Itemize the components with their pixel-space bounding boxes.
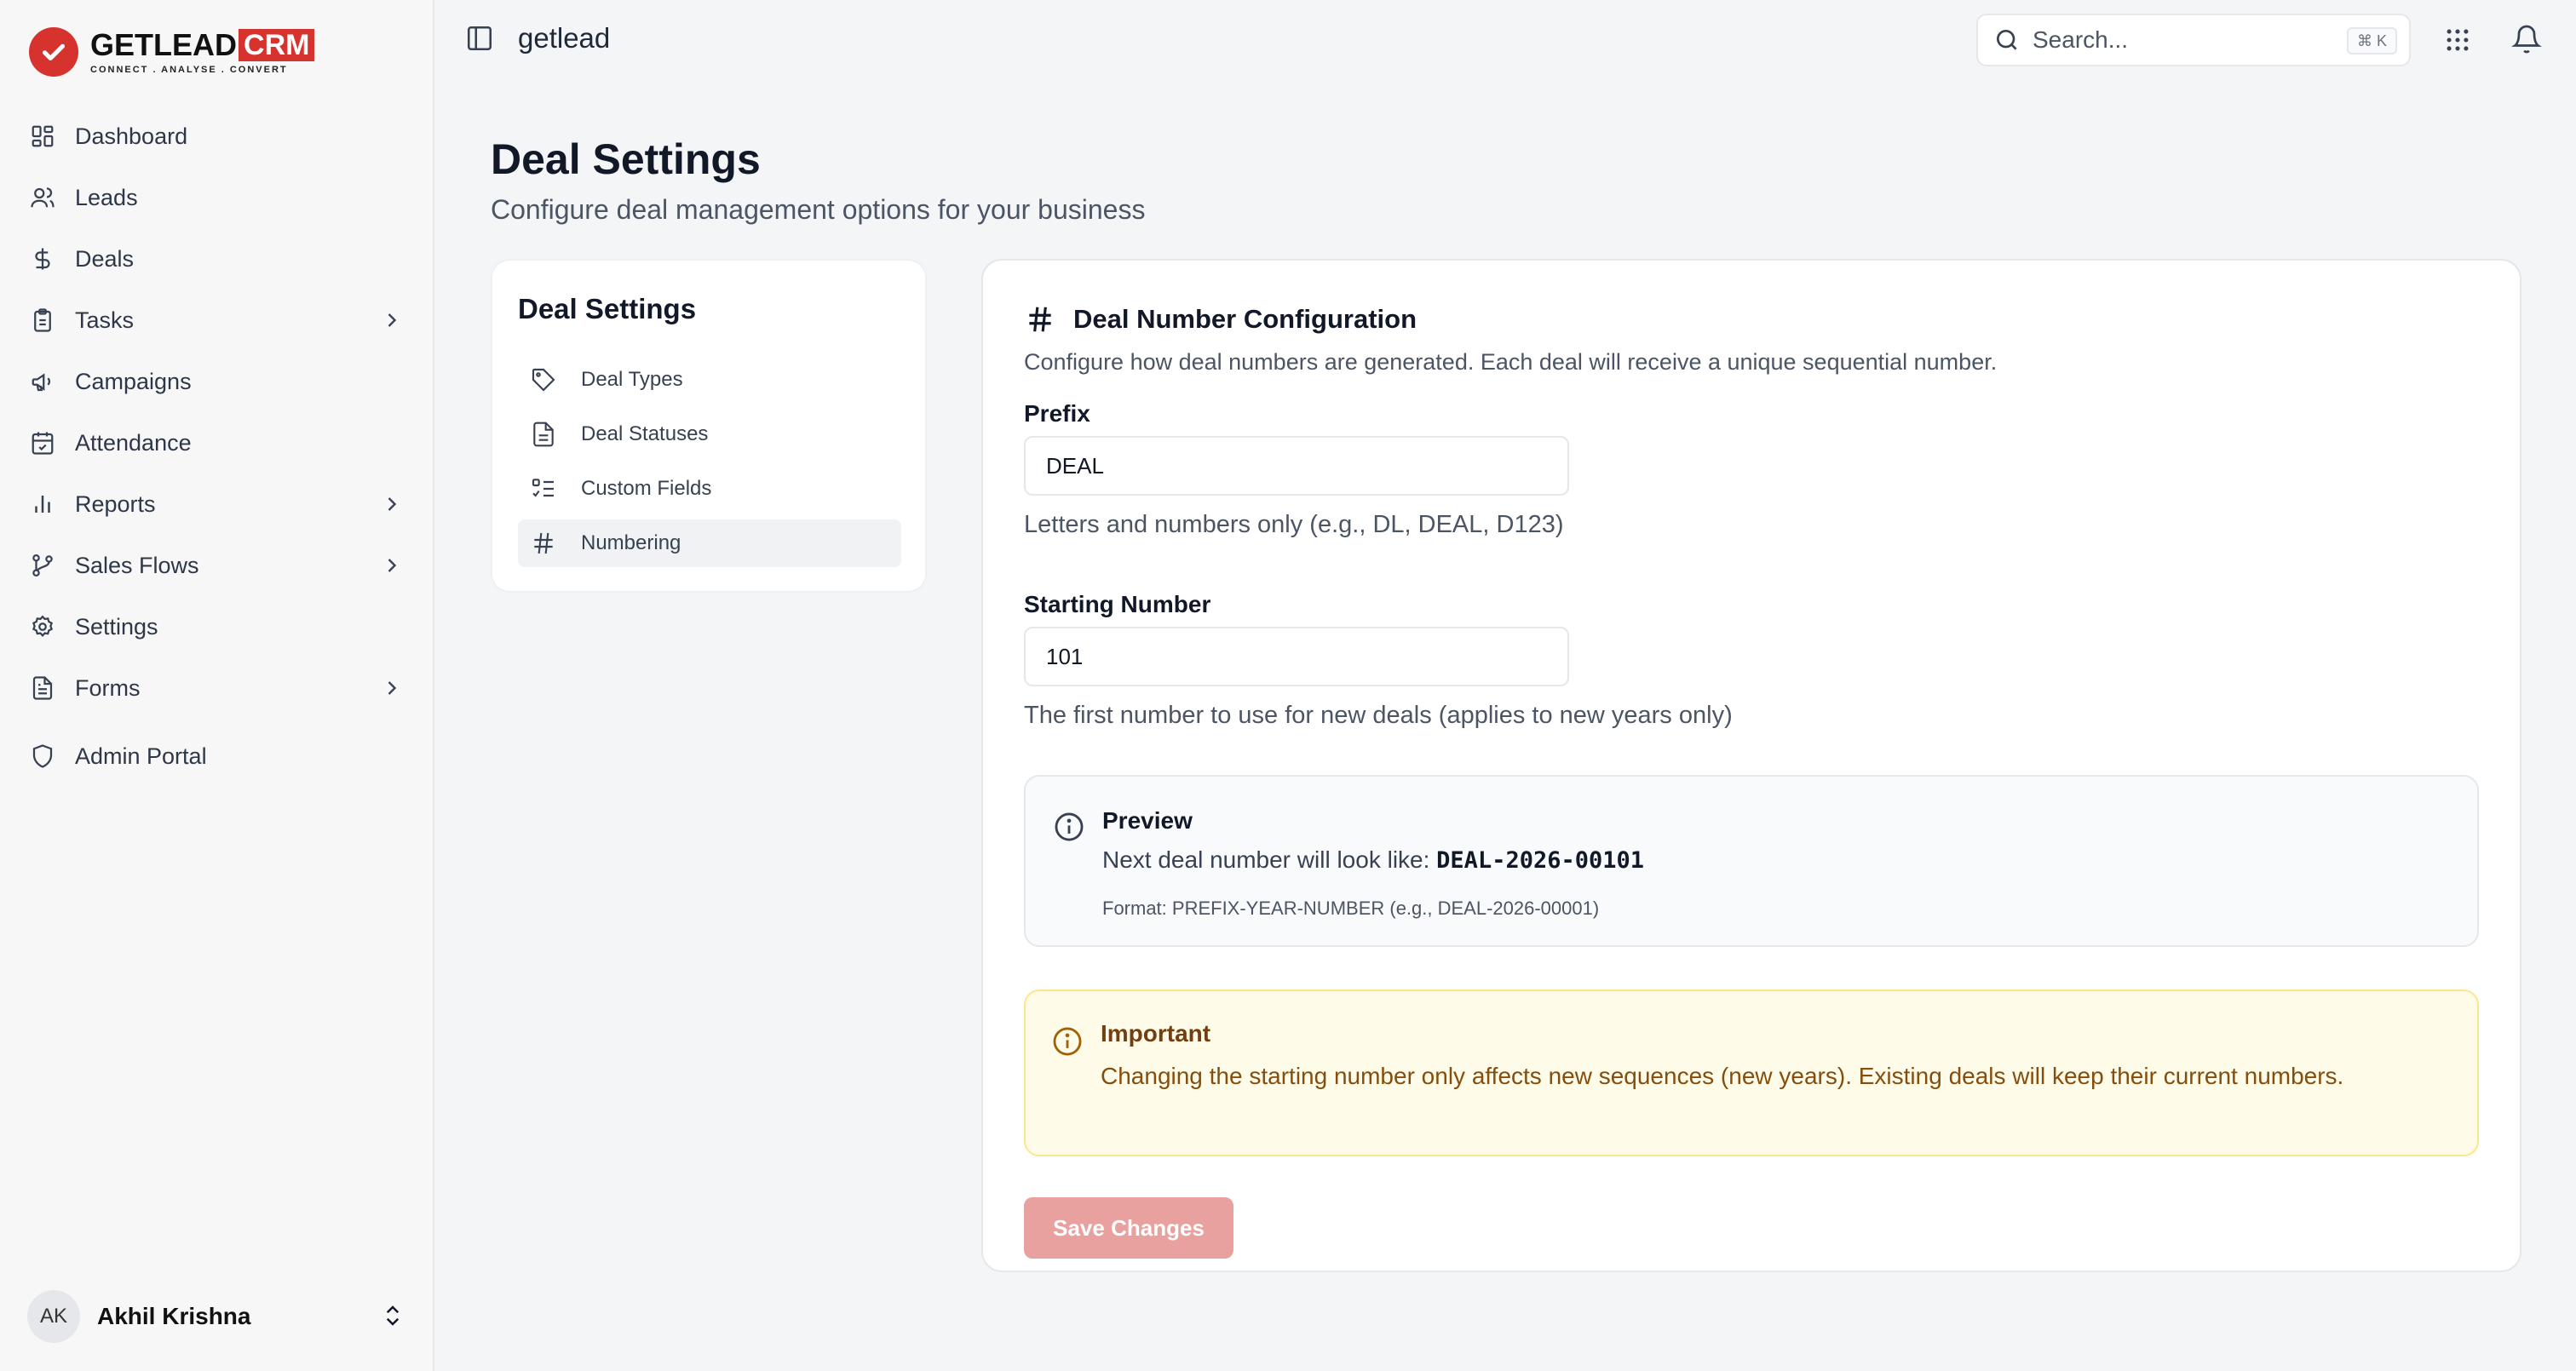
chevron-right-icon (388, 497, 397, 511)
app-name: getlead (518, 22, 611, 54)
prefix-label: Prefix (1024, 400, 1090, 427)
sidebar-toggle-icon[interactable] (465, 24, 494, 53)
numbering-card: Deal Number Configuration Configure how … (981, 259, 2521, 1272)
search-box[interactable]: ⌘ K (1976, 14, 2411, 66)
users-icon (29, 184, 56, 211)
checkmark-logo-icon (29, 27, 78, 77)
settings-nav-label: Custom Fields (581, 477, 712, 500)
hash-icon (534, 532, 553, 554)
preview-title: Preview (1102, 807, 1193, 834)
settings-nav-numbering[interactable]: Numbering (518, 519, 901, 567)
sidebar-item-label: Deals (75, 245, 135, 272)
dashboard-icon (29, 123, 56, 150)
preview-line: Next deal number will look like: DEAL-20… (1102, 846, 1644, 874)
important-title: Important (1101, 1020, 1211, 1047)
info-icon (1055, 812, 1084, 841)
sidebar-item-forms[interactable]: Forms (20, 657, 416, 719)
dollar-icon (29, 245, 56, 272)
settings-nav-label: Numbering (581, 531, 681, 554)
page-subtitle: Configure deal management options for yo… (491, 194, 1146, 225)
preview-line-text: Next deal number will look like: (1102, 846, 1437, 873)
brand-name: GETLEAD (90, 27, 238, 62)
sidebar-item-label: Tasks (75, 307, 135, 333)
sidebar-item-attendance[interactable]: Attendance (20, 412, 416, 473)
search-shortcut-badge: ⌘ K (2346, 27, 2397, 54)
document-icon (533, 422, 554, 447)
prefix-hint: Letters and numbers only (e.g., DL, DEAL… (1024, 511, 1564, 538)
sidebar-item-campaigns[interactable]: Campaigns (20, 351, 416, 412)
page-title: Deal Settings (491, 135, 761, 183)
starting-number-input[interactable] (1024, 627, 1569, 686)
sidebar-item-leads[interactable]: Leads (20, 167, 416, 228)
settings-nav: Deal Types Deal Statuses Custom Fields N… (518, 356, 901, 574)
sidebar: GETLEAD CRM CONNECT . ANALYSE . CONVERT … (0, 0, 434, 1371)
card-title: Deal Number Configuration (1073, 304, 1417, 334)
file-icon (29, 674, 56, 702)
settings-nav-title: Deal Settings (518, 293, 697, 324)
preview-example: DEAL-2026-00101 (1436, 847, 1645, 874)
sidebar-item-admin-portal[interactable]: Admin Portal (20, 726, 416, 787)
git-branch-icon (29, 552, 56, 579)
sidebar-item-settings[interactable]: Settings (20, 596, 416, 657)
main-nav: Dashboard Leads Deals Tasks Campaigns At… (20, 106, 416, 787)
settings-nav-custom-fields[interactable]: Custom Fields (518, 465, 901, 513)
sidebar-item-label: Sales Flows (75, 552, 199, 578)
brand-suffix: CRM (239, 29, 315, 61)
clipboard-icon (29, 307, 56, 334)
sidebar-item-tasks[interactable]: Tasks (20, 290, 416, 351)
info-icon (1053, 1027, 1082, 1056)
settings-nav-label: Deal Statuses (581, 422, 709, 445)
card-description: Configure how deal numbers are generated… (1024, 349, 1998, 375)
sidebar-item-dashboard[interactable]: Dashboard (20, 106, 416, 167)
preview-format: Format: PREFIX-YEAR-NUMBER (e.g., DEAL-2… (1102, 898, 1600, 919)
topbar: getlead ⌘ K (436, 0, 2576, 80)
settings-nav-label: Deal Types (581, 368, 683, 391)
tag-icon (532, 368, 555, 392)
settings-nav-deal-types[interactable]: Deal Types (518, 356, 901, 404)
avatar: AK (27, 1290, 80, 1343)
sidebar-item-label: Reports (75, 490, 156, 517)
preview-box: Preview Next deal number will look like:… (1024, 775, 2479, 947)
sidebar-item-label: Campaigns (75, 368, 192, 394)
chevron-right-icon (388, 313, 397, 327)
search-input[interactable] (2033, 26, 2339, 54)
starting-number-hint: The first number to use for new deals (a… (1024, 702, 1733, 729)
sidebar-item-label: Settings (75, 613, 158, 640)
user-menu[interactable]: AK Akhil Krishna (27, 1289, 411, 1344)
starting-number-label: Starting Number (1024, 591, 1211, 617)
apps-grid-icon[interactable] (2443, 26, 2472, 54)
search-icon (1997, 30, 2017, 50)
sidebar-item-sales-flows[interactable]: Sales Flows (20, 535, 416, 596)
prefix-input[interactable] (1024, 436, 1569, 496)
megaphone-icon (29, 368, 56, 395)
calendar-check-icon (29, 429, 56, 456)
sidebar-item-reports[interactable]: Reports (20, 473, 416, 535)
sidebar-item-label: Attendance (75, 429, 192, 456)
sidebar-item-label: Admin Portal (75, 743, 207, 769)
important-text: Changing the starting number only affect… (1101, 1063, 2344, 1089)
sidebar-item-label: Leads (75, 184, 138, 210)
hash-icon (1029, 307, 1051, 332)
gear-icon (29, 613, 56, 640)
settings-nav-card: Deal Settings Deal Types Deal Statuses C… (491, 259, 927, 593)
shield-icon (29, 743, 56, 770)
brand-tagline: CONNECT . ANALYSE . CONVERT (90, 65, 288, 75)
important-notice: Important Changing the starting number o… (1024, 990, 2479, 1156)
brand-logo[interactable]: GETLEAD CRM CONNECT . ANALYSE . CONVERT (29, 27, 315, 77)
user-name: Akhil Krishna (97, 1303, 251, 1329)
list-checks-icon (532, 479, 554, 497)
bell-icon[interactable] (2511, 24, 2542, 54)
save-changes-button[interactable]: Save Changes (1024, 1197, 1233, 1259)
sidebar-item-label: Dashboard (75, 123, 188, 149)
sidebar-item-label: Forms (75, 674, 141, 701)
settings-nav-deal-statuses[interactable]: Deal Statuses (518, 410, 901, 458)
chevrons-up-down-icon (386, 1305, 400, 1326)
chevron-right-icon (388, 559, 397, 572)
bar-chart-icon (29, 490, 56, 518)
sidebar-item-deals[interactable]: Deals (20, 228, 416, 290)
chevron-right-icon (388, 681, 397, 695)
